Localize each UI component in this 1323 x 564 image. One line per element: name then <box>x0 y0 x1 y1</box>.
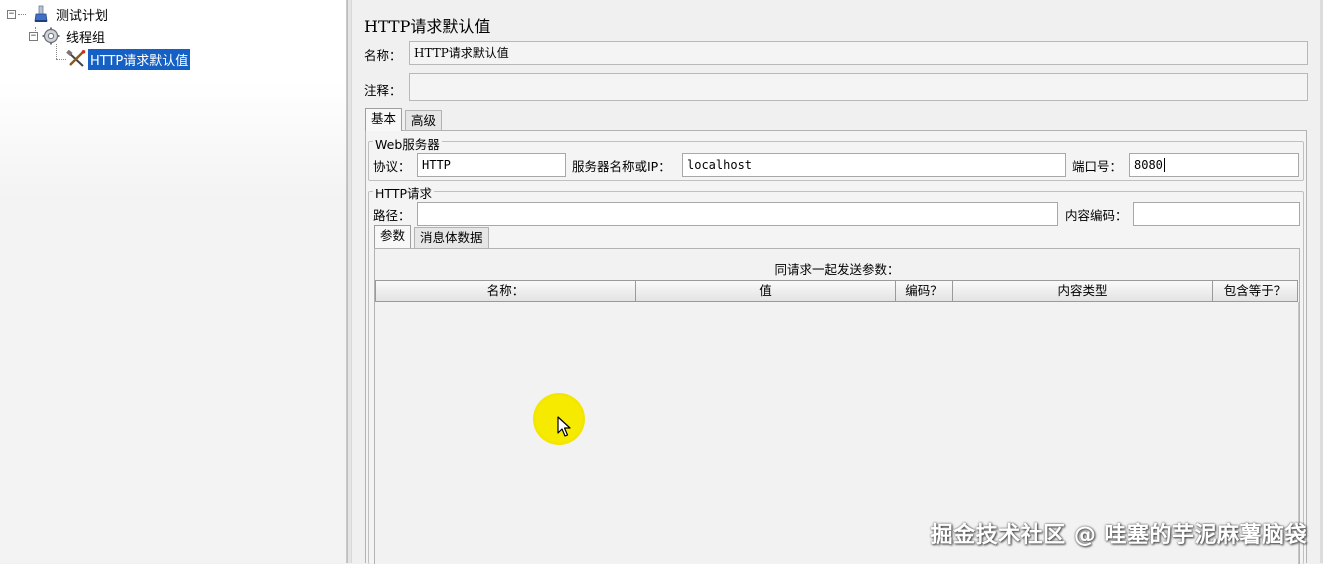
tree-item-label: 线程组 <box>66 30 106 46</box>
content-encoding-input[interactable] <box>1133 202 1300 226</box>
collapse-toggle-icon[interactable]: − <box>7 9 16 19</box>
column-header-include-equals[interactable]: 包含等于？ <box>1213 281 1297 301</box>
column-header-content-type[interactable]: 内容类型 <box>953 281 1213 301</box>
web-server-group-title: Web服务器 <box>373 134 442 153</box>
server-name-label: 服务器名称或IP： <box>572 159 671 174</box>
parameters-caption: 同请求一起发送参数： <box>774 262 900 277</box>
panel-title: HTTP请求默认值 <box>364 17 491 36</box>
mouse-pointer-icon <box>557 416 571 437</box>
basic-tab-content: Web服务器 协议： HTTP 服务器名称或IP： localhost 端口号：… <box>365 130 1307 564</box>
name-field[interactable]: HTTP请求默认值 <box>409 41 1308 65</box>
watermark-text: 掘金技术社区 @ 哇塞的芋泥麻薯脑袋 <box>930 523 1307 548</box>
parameters-table-header: 名称： 值 编码？ 内容类型 包含等于？ <box>375 280 1298 302</box>
tree-connector <box>56 59 66 60</box>
protocol-label: 协议： <box>373 159 411 174</box>
tab-body-data[interactable]: 消息体数据 <box>414 227 489 248</box>
column-header-encode[interactable]: 编码？ <box>896 281 953 301</box>
http-request-group-title: HTTP请求 <box>373 183 434 202</box>
tab-basic[interactable]: 基本 <box>365 108 403 131</box>
test-plan-icon <box>32 5 50 23</box>
comment-label: 注释： <box>364 83 402 98</box>
thread-group-icon <box>42 27 60 45</box>
name-label: 名称： <box>364 48 402 63</box>
column-header-value[interactable]: 值 <box>636 281 896 301</box>
content-encoding-label: 内容编码： <box>1065 208 1128 223</box>
tree-item-http-defaults[interactable]: HTTP请求默认值 <box>66 48 191 70</box>
collapse-toggle-icon[interactable]: − <box>29 31 38 41</box>
column-header-name[interactable]: 名称： <box>376 281 636 301</box>
tree-item-test-plan[interactable]: − 测试计划 <box>7 5 110 24</box>
path-input[interactable] <box>417 202 1058 226</box>
text-caret <box>1163 158 1165 172</box>
server-name-input[interactable]: localhost <box>682 153 1066 177</box>
tab-parameters[interactable]: 参数 <box>374 225 412 248</box>
tree-item-label: 测试计划 <box>56 8 109 24</box>
tree-item-label: HTTP请求默认值 <box>88 48 191 70</box>
config-tools-icon <box>66 49 86 68</box>
protocol-input[interactable]: HTTP <box>417 153 566 177</box>
port-value: 8080 <box>1134 158 1163 172</box>
tab-advanced[interactable]: 高级 <box>405 110 443 131</box>
config-panel: HTTP请求默认值 名称： HTTP请求默认值 注释： 基本 高级 Web服务器… <box>352 0 1323 564</box>
port-input[interactable]: 8080 <box>1129 153 1299 177</box>
port-label: 端口号： <box>1072 159 1123 174</box>
comment-field[interactable] <box>409 73 1308 101</box>
path-label: 路径： <box>373 208 411 223</box>
test-plan-tree[interactable]: − 测试计划 − 线程组 HTTP请求默认值 <box>0 0 347 563</box>
tree-item-thread-group[interactable]: − 线程组 <box>29 27 107 46</box>
tree-connector <box>56 44 57 59</box>
